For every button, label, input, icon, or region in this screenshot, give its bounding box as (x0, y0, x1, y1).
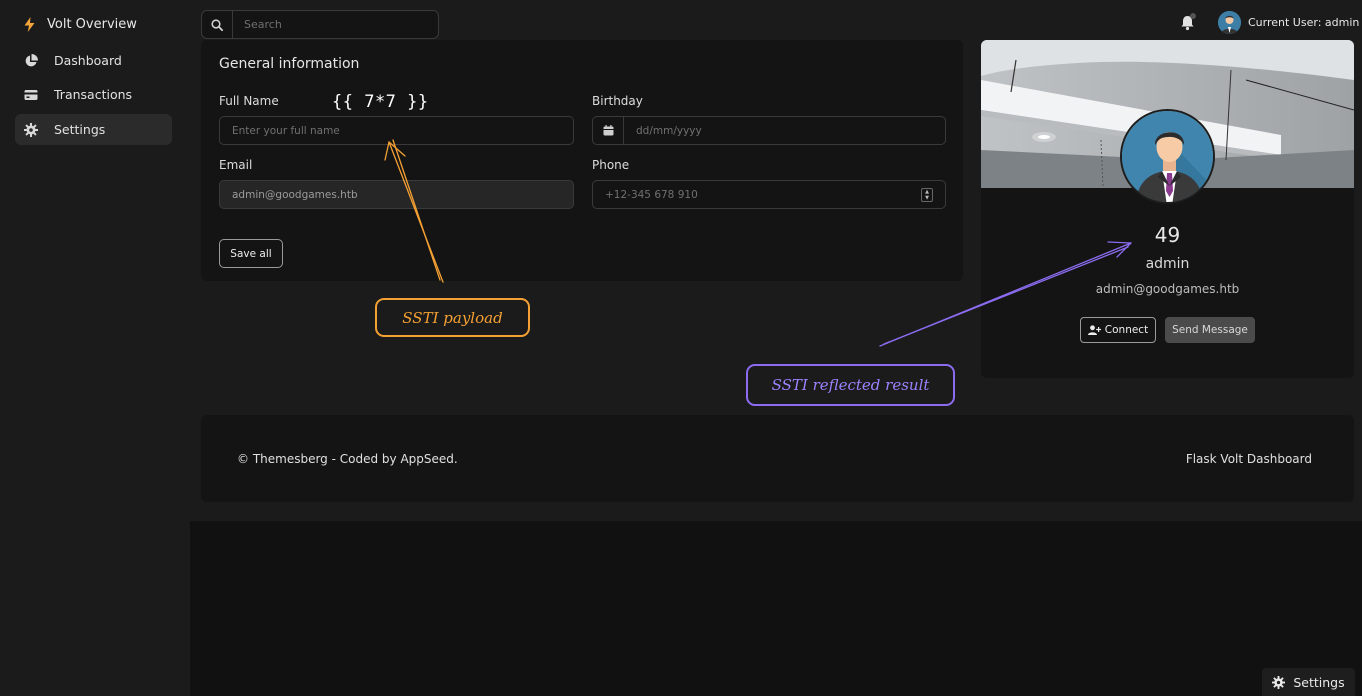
number-spinner[interactable]: ▲ ▼ (921, 187, 933, 202)
profile-avatar (1120, 109, 1215, 204)
phone-input[interactable] (593, 181, 921, 208)
sidebar-item-dashboard[interactable]: Dashboard (15, 45, 172, 76)
floating-settings-label: Settings (1293, 674, 1345, 690)
brand-link[interactable]: Volt Overview (24, 17, 137, 32)
birthday-input[interactable] (624, 117, 945, 144)
search-icon[interactable] (202, 11, 233, 38)
full-name-label: Full Name (219, 94, 279, 108)
calendar-icon[interactable] (593, 117, 624, 144)
current-user-label: Current User: admin (1248, 16, 1360, 29)
sidebar-item-settings[interactable]: Settings (15, 114, 172, 145)
profile-username: admin (1145, 256, 1190, 272)
profile-email: admin@goodgames.htb (1095, 282, 1240, 296)
connect-label: Connect (1104, 324, 1149, 336)
email-input[interactable] (220, 181, 573, 208)
birthday-field (592, 116, 946, 145)
sidebar-item-label: Dashboard (54, 53, 122, 68)
user-menu[interactable]: Current User: admin (1218, 11, 1359, 34)
search-input[interactable] (233, 11, 438, 38)
full-name-input[interactable] (220, 117, 573, 144)
sidebar-item-transactions[interactable]: Transactions (15, 79, 172, 110)
phone-label: Phone (592, 158, 630, 172)
email-field (219, 180, 574, 209)
brand-label: Volt Overview (47, 17, 137, 32)
footer-brand: Flask Volt Dashboard (1185, 452, 1312, 466)
gear-icon (24, 122, 38, 137)
phone-field: ▲▼ (592, 180, 946, 209)
bottom-panel (190, 521, 1362, 696)
user-plus-icon (1087, 325, 1101, 335)
card-title: General information (219, 56, 360, 72)
pie-chart-icon (25, 53, 38, 66)
sidebar-item-label: Transactions (54, 87, 133, 102)
full-name-field (219, 116, 574, 145)
birthday-label: Birthday (592, 94, 643, 108)
footer-credits: © Themesberg - Coded by AppSeed. (237, 452, 458, 466)
ssti-result-annotation: SSTI reflected result (746, 364, 955, 406)
general-information-card: General information Full Name Birthday E… (201, 40, 963, 281)
notification-dot (1190, 13, 1196, 19)
email-label: Email (219, 158, 253, 172)
profile-card: 49 admin admin@goodgames.htb Connect Sen… (981, 40, 1354, 378)
ssti-payload-annotation: SSTI payload (375, 298, 530, 337)
ssti-payload-text: {{ 7*7 }} (332, 92, 429, 112)
gear-icon (1272, 675, 1286, 689)
lightning-icon (24, 17, 35, 32)
send-message-button[interactable]: Send Message (1165, 317, 1255, 343)
connect-button[interactable]: Connect (1080, 317, 1156, 343)
footer: © Themesberg - Coded by AppSeed. Flask V… (201, 415, 1354, 502)
search-bar (201, 10, 439, 39)
floating-settings-button[interactable]: Settings (1262, 668, 1355, 696)
profile-name: 49 (1154, 223, 1181, 247)
sidebar-item-label: Settings (54, 122, 106, 137)
save-all-button[interactable]: Save all (219, 239, 283, 268)
sidebar: Volt Overview Dashboard Transactions Set… (0, 0, 190, 696)
avatar (1218, 11, 1241, 34)
credit-card-icon (24, 89, 38, 100)
